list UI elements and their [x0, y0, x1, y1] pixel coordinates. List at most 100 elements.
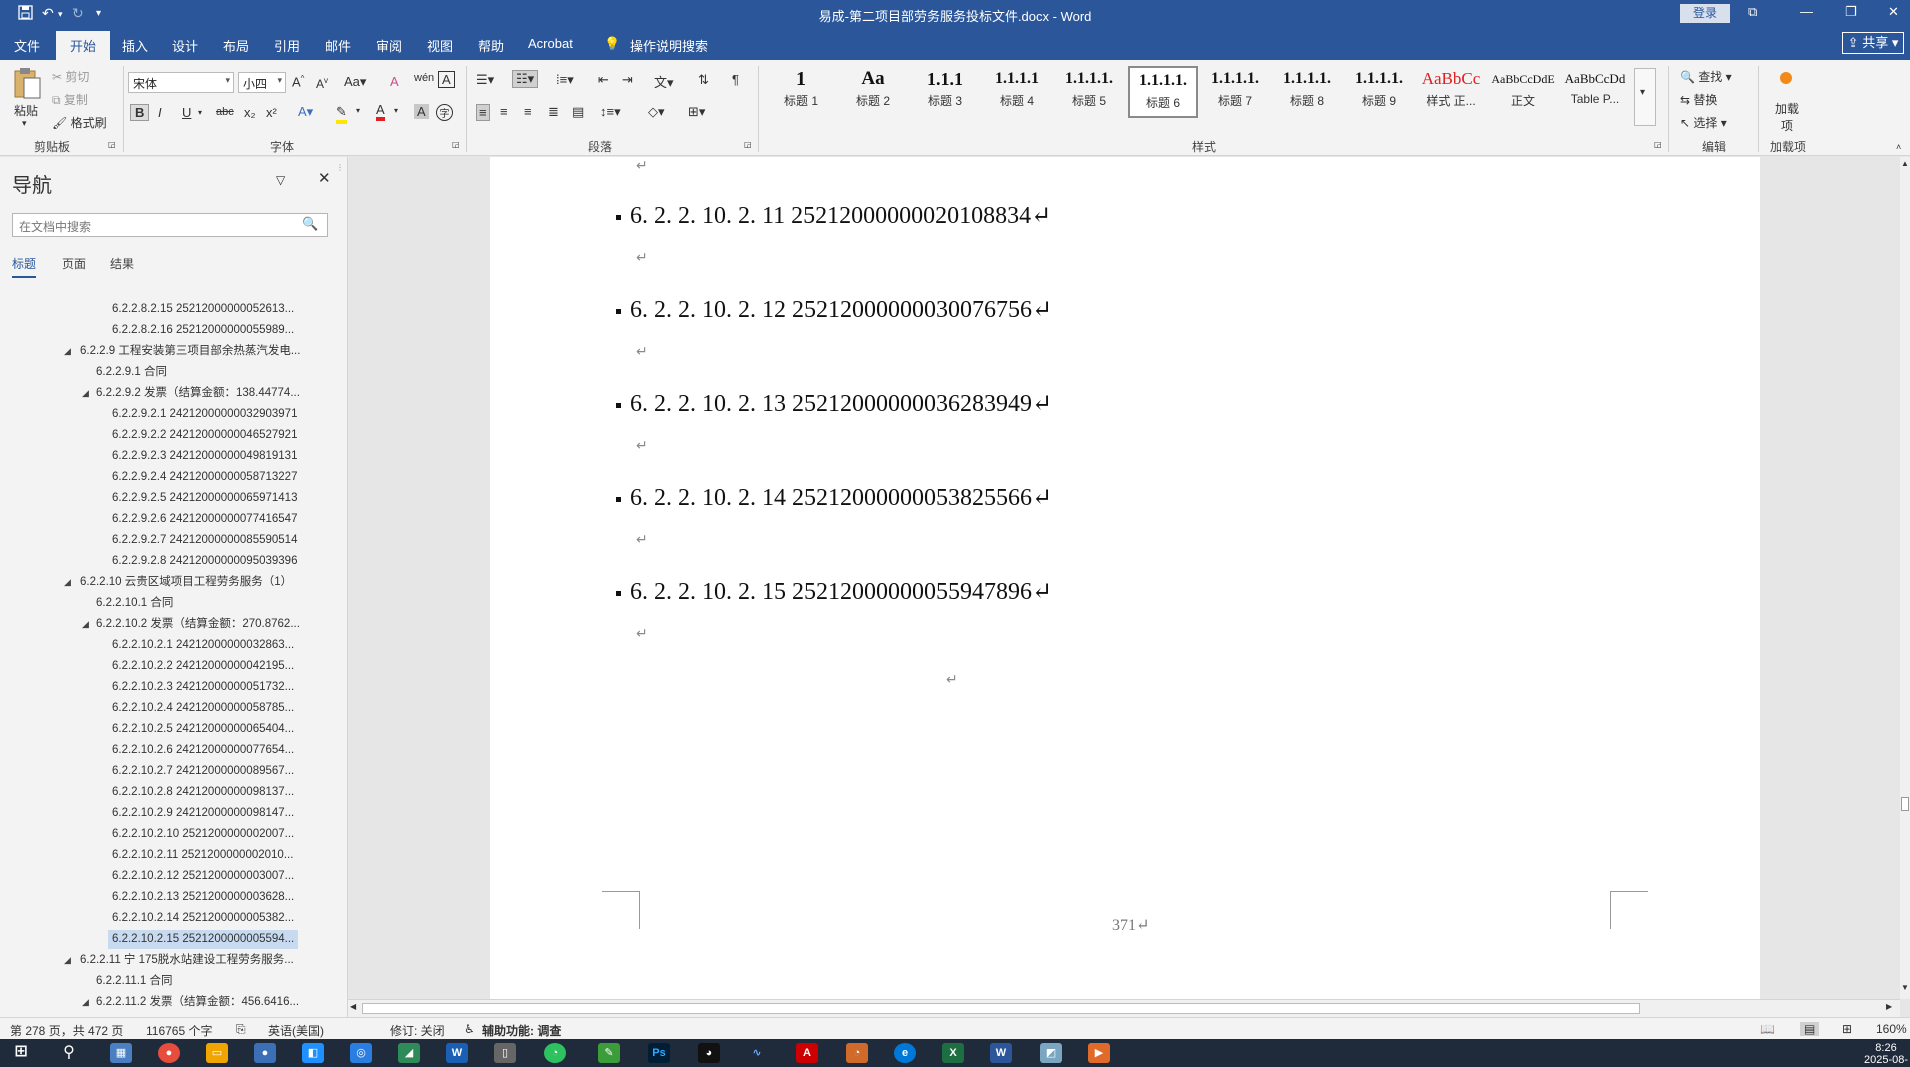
taskbar-clock[interactable]: 8:26 2025-08-20 — [1862, 1042, 1910, 1067]
dialog-launcher-icon[interactable]: ◲ — [452, 140, 460, 149]
character-border-icon[interactable]: A — [438, 71, 455, 88]
scroll-thumb[interactable] — [1901, 797, 1909, 811]
proofing-icon[interactable]: ⎘ — [236, 1022, 246, 1037]
bold-button[interactable]: B — [130, 104, 150, 121]
vertical-scrollbar[interactable]: ▲ ▼ — [1900, 157, 1910, 999]
nav-heading-item[interactable]: 6.2.2.10.2.10 2521200000002007... — [112, 825, 294, 844]
italic-button[interactable]: I — [158, 105, 162, 120]
language-indicator[interactable]: 英语(美国) — [268, 1022, 324, 1039]
scroll-down-icon[interactable]: ▼ — [1901, 983, 1909, 992]
nav-heading-item[interactable]: 6.2.2.11.2 发票（结算金额：456.6416... — [96, 993, 299, 1012]
nav-heading-item[interactable]: 6.2.2.10.2.4 24212000000058785... — [112, 699, 294, 718]
distributed-icon[interactable]: ▤ — [572, 104, 584, 120]
close-icon[interactable]: ✕ — [1888, 4, 1899, 20]
photoshop-icon[interactable]: Ps — [648, 1043, 670, 1063]
clear-formatting-icon[interactable]: A — [390, 74, 399, 89]
dialog-launcher-icon[interactable]: ◲ — [1654, 140, 1662, 149]
page-count[interactable]: 第 278 页，共 472 页 — [10, 1022, 123, 1039]
expand-collapse-icon[interactable]: ◢ — [64, 577, 71, 588]
expand-collapse-icon[interactable]: ◢ — [82, 997, 89, 1008]
expand-collapse-icon[interactable]: ◢ — [64, 346, 71, 357]
nav-options-icon[interactable]: ▽ — [276, 173, 285, 187]
app-icon[interactable]: ∿ — [746, 1043, 768, 1063]
nav-heading-item[interactable]: 6.2.2.10.2.3 24212000000051732... — [112, 678, 294, 697]
nav-heading-item[interactable]: 6.2.2.9.2.1 24212000000032903971 — [112, 405, 297, 424]
document-page[interactable]: ↵ 6. 2. 2. 10. 2. 11 2521200000002010883… — [490, 157, 1760, 999]
nav-heading-item[interactable]: 6.2.2.10.2.11 2521200000002010... — [112, 846, 293, 865]
paste-dropdown-icon[interactable]: ▾ — [22, 118, 27, 129]
excel-icon[interactable]: X — [942, 1043, 964, 1063]
read-mode-icon[interactable]: 📖 — [1760, 1022, 1775, 1036]
nav-heading-item[interactable]: 6.2.2.9.2.2 24212000000046527921 — [112, 426, 297, 445]
horizontal-scrollbar[interactable]: ◀ ▶ — [348, 999, 1900, 1017]
replace-button[interactable]: ⇆ 替换 — [1680, 91, 1717, 108]
shading-icon[interactable]: ◇▾ — [648, 104, 665, 120]
app-icon[interactable]: ▯ — [494, 1043, 516, 1063]
tab-home[interactable]: 开始 — [56, 31, 111, 60]
tab-view[interactable]: 视图 — [427, 36, 453, 55]
close-icon[interactable]: ✕ — [318, 169, 331, 187]
chinese-layout-icon[interactable]: 文▾ — [654, 72, 674, 91]
align-right-icon[interactable]: ≡ — [524, 104, 532, 119]
find-button[interactable]: 🔍 查找 ▾ — [1680, 68, 1732, 85]
dialog-launcher-icon[interactable]: ◲ — [744, 140, 752, 149]
cut-button[interactable]: ✂ 剪切 — [52, 68, 89, 85]
character-shading-icon[interactable]: A — [414, 104, 429, 119]
paste-icon[interactable] — [12, 66, 42, 100]
nav-heading-item[interactable]: 6.2.2.8.2.15 25212000000052613... — [112, 300, 294, 319]
search-icon[interactable]: ⚲ — [58, 1043, 80, 1063]
tab-references[interactable]: 引用 — [274, 36, 300, 55]
align-left-icon[interactable]: ≡ — [476, 104, 490, 121]
nav-tab-headings[interactable]: 标题 — [12, 255, 37, 278]
zoom-level[interactable]: 160% — [1876, 1022, 1907, 1036]
app-icon[interactable]: W — [446, 1043, 468, 1063]
nav-heading-item[interactable]: 6.2.2.11 宁 175脱水站建设工程劳务服务... — [80, 951, 294, 970]
nav-tab-pages[interactable]: 页面 — [62, 255, 86, 272]
expand-collapse-icon[interactable]: ◢ — [64, 955, 71, 966]
tab-acrobat[interactable]: Acrobat — [528, 36, 573, 51]
nav-heading-item[interactable]: 6.2.2.10.2 发票（结算金额：270.8762... — [96, 615, 300, 634]
nav-heading-item[interactable]: 6.2.2.10.2.13 2521200000003628... — [112, 888, 294, 907]
bullets-icon[interactable]: ☰▾ — [476, 72, 494, 88]
font-size-combo[interactable]: 小四 ▾ — [238, 72, 286, 93]
collapse-ribbon-icon[interactable]: ˄ — [1896, 142, 1901, 152]
show-marks-icon[interactable]: ¶ — [732, 72, 739, 87]
nav-heading-item[interactable]: 6.2.2.10.2.8 24212000000098137... — [112, 783, 294, 802]
phonetic-guide-icon[interactable]: wén — [414, 72, 434, 84]
minimize-icon[interactable]: — — [1800, 4, 1813, 19]
word-icon[interactable]: W — [990, 1043, 1012, 1063]
app-icon[interactable]: ◩ — [1040, 1043, 1062, 1063]
subscript-button[interactable]: x₂ — [244, 105, 256, 120]
select-button[interactable]: ↖ 选择 ▾ — [1680, 114, 1727, 131]
underline-dropdown-icon[interactable]: ▾ — [198, 108, 202, 117]
increase-indent-icon[interactable]: ⇥ — [622, 72, 633, 88]
nav-heading-item[interactable]: 6.2.2.9.1 合同 — [96, 363, 167, 382]
print-layout-icon[interactable]: ▤ — [1800, 1022, 1820, 1036]
nav-heading-item[interactable]: 6.2.2.10 云贵区域项目工程劳务服务（1） — [80, 573, 292, 592]
document-heading[interactable]: 6. 2. 2. 10. 2. 11 25212000000020108834↵ — [616, 201, 1051, 230]
scroll-right-icon[interactable]: ▶ — [1886, 1002, 1892, 1011]
app-icon[interactable]: ▶ — [1088, 1043, 1110, 1063]
style-item[interactable]: 1.1.1.1. 标题 8 — [1272, 66, 1342, 118]
tab-review[interactable]: 审阅 — [376, 36, 402, 55]
acrobat-icon[interactable]: A — [796, 1043, 818, 1063]
tell-me-search[interactable]: 操作说明搜索 — [630, 36, 708, 55]
paste-button[interactable]: 粘贴 — [14, 102, 38, 119]
style-item[interactable]: 1.1.1.1. 标题 7 — [1200, 66, 1270, 118]
copy-button[interactable]: ⧉ 复制 — [52, 91, 88, 108]
decrease-indent-icon[interactable]: ⇤ — [598, 72, 609, 88]
highlight-icon[interactable]: ✎ — [336, 104, 347, 124]
word-count[interactable]: 116765 个字 — [146, 1022, 213, 1039]
nav-heading-item[interactable]: 6.2.2.10.2.12 2521200000003007... — [112, 867, 294, 886]
strikethrough-button[interactable]: abc — [216, 106, 234, 118]
justify-icon[interactable]: ≣ — [548, 104, 559, 120]
app-icon[interactable]: ◎ — [350, 1043, 372, 1063]
nav-tab-results[interactable]: 结果 — [110, 255, 134, 272]
font-color-dropdown-icon[interactable]: ▾ — [394, 106, 398, 115]
style-item[interactable]: 1.1.1.1. 标题 5 — [1054, 66, 1124, 118]
nav-resize-icon[interactable]: ⋮ — [336, 163, 344, 172]
web-layout-icon[interactable]: ⊞ — [1842, 1022, 1852, 1036]
accessibility-status[interactable]: 辅助功能: 调查 — [482, 1022, 561, 1039]
document-heading[interactable]: 6. 2. 2. 10. 2. 15 25212000000055947896↵ — [616, 577, 1052, 606]
app-icon[interactable]: ◧ — [302, 1043, 324, 1063]
